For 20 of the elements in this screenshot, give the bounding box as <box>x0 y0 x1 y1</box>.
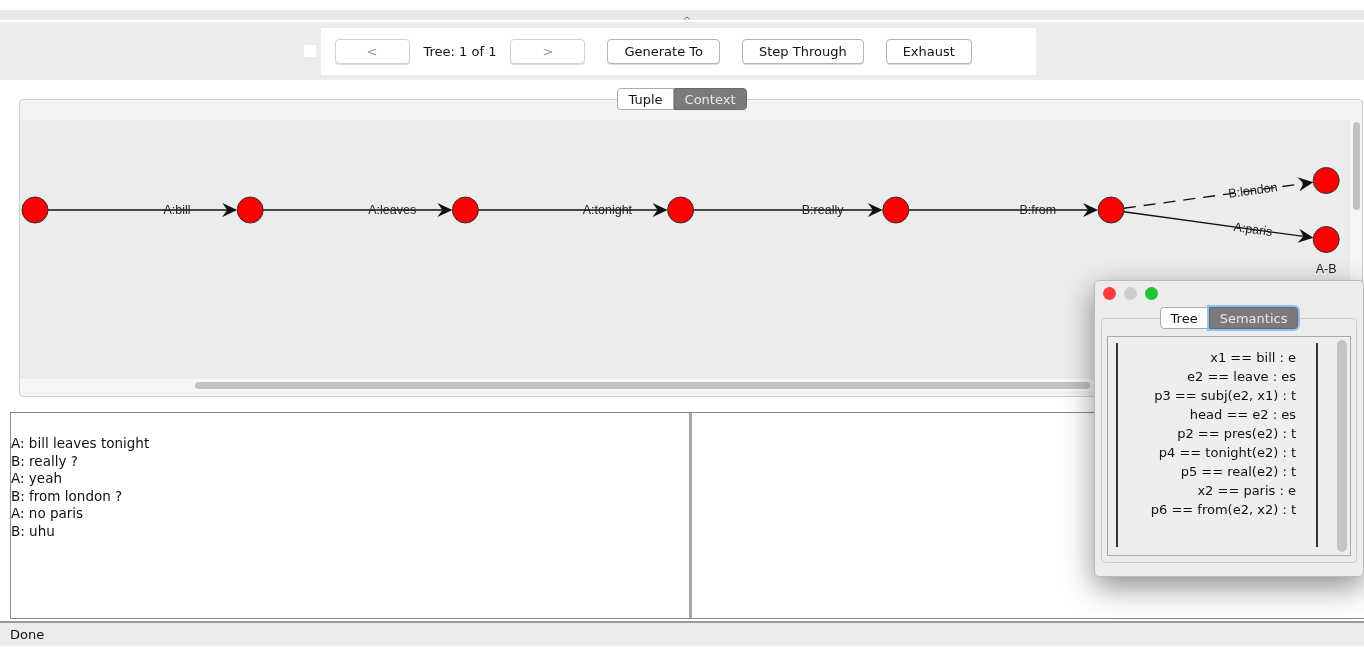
edge-label: B:london <box>1227 180 1279 201</box>
dialogue-line: A: bill leaves tonight <box>11 435 151 453</box>
dialogue-line: B: really ? <box>11 452 79 470</box>
semantics-line: p5 == real(e2) : t <box>1179 463 1296 481</box>
semantics-line: p2 == pres(e2) : t <box>1176 425 1296 443</box>
semantics-line: p6 == from(e2, x2) : t <box>1149 501 1296 519</box>
node-label: A-B <box>1315 261 1337 276</box>
dialogue-line: B: uhu <box>11 522 56 540</box>
semantics-line: x1 == bill : e <box>1209 349 1296 367</box>
semantics-line: p3 == subj(e2, x1) : t <box>1153 387 1296 405</box>
dialogue-line: A: yeah <box>11 470 63 488</box>
semantics-line: head == e2 : es <box>1188 406 1296 424</box>
semantics-line: x2 == paris : e <box>1196 482 1296 500</box>
semantics-line: p4 == tonight(e2) : t <box>1157 444 1296 462</box>
dialogue-line: A: no paris <box>11 505 85 523</box>
edge-label: A:paris <box>1232 219 1274 240</box>
semantics-line: e2 == leave : es <box>1186 368 1296 386</box>
tree-counter: Tree: 1 of 1 <box>422 43 498 59</box>
dialogue-line: B: from london ? <box>11 487 124 505</box>
status-text: Done <box>10 627 45 642</box>
